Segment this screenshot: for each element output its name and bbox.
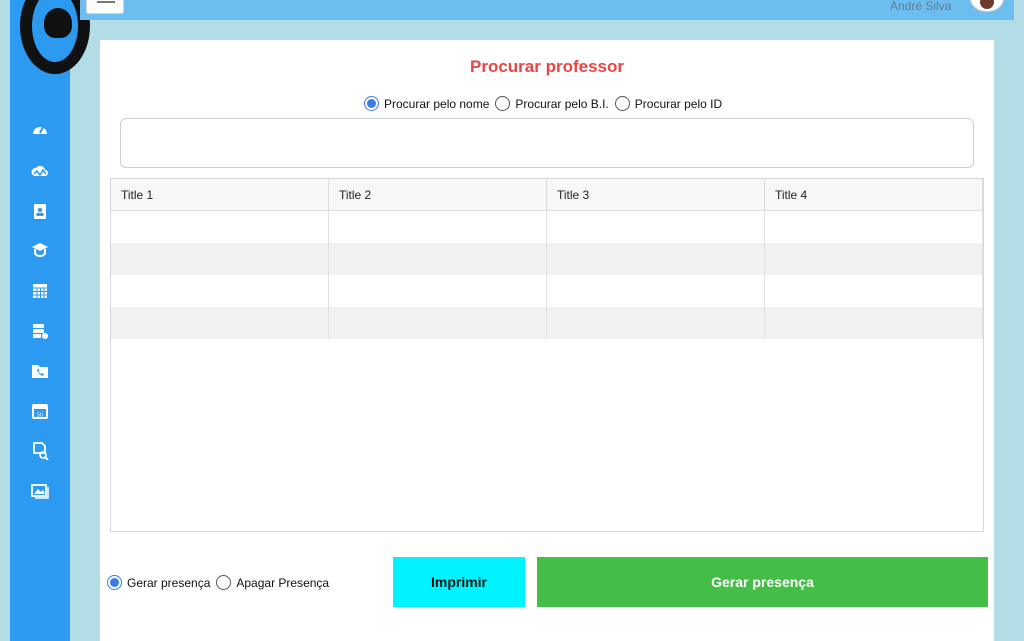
print-button[interactable]: Imprimir	[393, 557, 525, 607]
table-cell	[111, 307, 329, 339]
table-row[interactable]	[111, 275, 983, 307]
clipboard-user-icon[interactable]	[31, 202, 49, 220]
table-cell	[329, 211, 547, 243]
radio-search-by-id[interactable]: Procurar pelo ID	[614, 96, 723, 111]
main-card: Procurar professor Procurar pelo nome Pr…	[100, 40, 994, 641]
results-table: Title 1 Title 2 Title 3 Title 4	[110, 178, 984, 532]
table-cell	[111, 243, 329, 275]
table-row[interactable]	[111, 211, 983, 243]
cloud-chart-icon[interactable]	[31, 163, 49, 181]
radio-label: Procurar pelo B.I.	[515, 96, 609, 111]
table-cell	[765, 211, 983, 243]
table-row[interactable]	[111, 307, 983, 339]
radio-button[interactable]	[614, 96, 630, 111]
radio-label: Gerar presença	[127, 575, 211, 590]
radio-label: Procurar pelo ID	[634, 96, 723, 111]
menu-toggle-button[interactable]	[86, 0, 124, 14]
table-cell	[547, 211, 765, 243]
radio-generate-presence[interactable]: Gerar presença	[107, 575, 210, 590]
table-cell	[329, 275, 547, 307]
server-settings-icon[interactable]	[31, 322, 49, 340]
table-cell	[765, 275, 983, 307]
avatar[interactable]	[970, 0, 1004, 12]
calendar-icon[interactable]: SU	[31, 402, 49, 420]
table-cell	[111, 211, 329, 243]
table-cell	[765, 307, 983, 339]
table-cell	[547, 307, 765, 339]
table-cell	[111, 275, 329, 307]
radio-delete-presence[interactable]: Apagar Presença	[216, 575, 329, 590]
hamburger-icon	[97, 1, 115, 3]
table-cell	[329, 307, 547, 339]
radio-label: Procurar pelo nome	[384, 96, 490, 111]
radio-button[interactable]	[107, 575, 122, 590]
table-cell	[765, 243, 983, 275]
gallery-icon[interactable]	[31, 482, 49, 500]
svg-text:SU: SU	[37, 413, 44, 419]
sidebar	[10, 0, 70, 641]
column-header[interactable]: Title 4	[765, 179, 983, 210]
table-header: Title 1 Title 2 Title 3 Title 4	[111, 179, 983, 211]
radio-search-by-bi[interactable]: Procurar pelo B.I.	[495, 96, 609, 111]
column-header[interactable]: Title 1	[111, 179, 329, 210]
presence-radio-group: Gerar presença Apagar Presença	[107, 575, 335, 590]
table-cell	[547, 243, 765, 275]
logo-tree-icon	[44, 8, 72, 38]
radio-button[interactable]	[364, 96, 379, 111]
radio-button[interactable]	[216, 575, 232, 590]
generate-presence-button[interactable]: Gerar presença	[537, 557, 988, 607]
table-cell	[329, 243, 547, 275]
top-bar: André Silva	[80, 0, 1014, 20]
table-row[interactable]	[111, 243, 983, 275]
phone-folder-icon[interactable]	[31, 362, 49, 380]
document-search-icon[interactable]	[31, 442, 49, 460]
search-mode-radio-group: Procurar pelo nome Procurar pelo B.I. Pr…	[364, 96, 728, 111]
graduation-cap-icon[interactable]	[31, 241, 49, 259]
search-input[interactable]	[120, 118, 974, 168]
calculator-icon[interactable]	[31, 282, 49, 300]
column-header[interactable]: Title 2	[329, 179, 547, 210]
dashboard-gauge-icon[interactable]	[31, 121, 49, 139]
page-title: Procurar professor	[470, 57, 624, 76]
column-header[interactable]: Title 3	[547, 179, 765, 210]
radio-search-by-name[interactable]: Procurar pelo nome	[364, 96, 489, 111]
radio-label: Apagar Presença	[236, 575, 330, 590]
user-name: André Silva	[890, 0, 952, 13]
radio-button[interactable]	[495, 96, 511, 111]
table-cell	[547, 275, 765, 307]
